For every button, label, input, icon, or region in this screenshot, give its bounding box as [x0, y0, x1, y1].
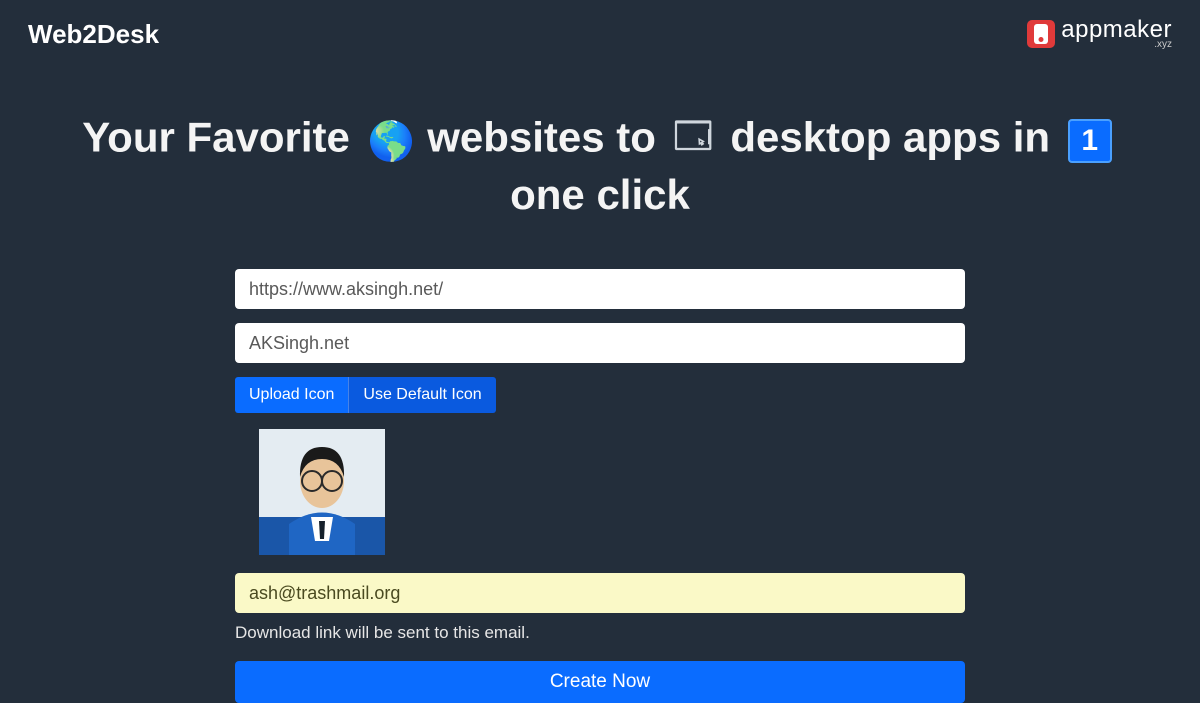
- appmaker-icon: [1027, 20, 1055, 48]
- url-input[interactable]: [235, 269, 965, 309]
- avatar-icon: [259, 429, 385, 555]
- desktop-icon: 🗔: [674, 110, 713, 171]
- upload-icon-button[interactable]: Upload Icon: [235, 377, 348, 413]
- icon-button-row: Upload Icon Use Default Icon: [235, 377, 965, 413]
- hero-part4: one click: [510, 171, 690, 218]
- globe-icon: 🌎: [368, 120, 410, 162]
- one-icon: 1: [1068, 119, 1112, 163]
- header: Web2Desk appmaker .xyz: [0, 0, 1200, 50]
- form: Upload Icon Use Default Icon Download li…: [235, 269, 965, 703]
- appname-input[interactable]: [235, 323, 965, 363]
- icon-preview: [259, 429, 385, 555]
- appmaker-text: appmaker .xyz: [1061, 18, 1172, 50]
- partner-badge[interactable]: appmaker .xyz: [1027, 18, 1172, 50]
- hero-part2: websites to: [427, 114, 656, 161]
- hero-heading: Your Favorite 🌎 websites to 🗔 desktop ap…: [0, 110, 1200, 219]
- create-now-button[interactable]: Create Now: [235, 661, 965, 703]
- hero-part3: desktop apps in: [730, 114, 1050, 161]
- partner-sub: .xyz: [1061, 40, 1172, 50]
- hero-part1: Your Favorite: [82, 114, 350, 161]
- brand-logo[interactable]: Web2Desk: [28, 19, 159, 50]
- email-helper-text: Download link will be sent to this email…: [235, 623, 965, 643]
- email-input[interactable]: [235, 573, 965, 613]
- use-default-icon-button[interactable]: Use Default Icon: [348, 377, 495, 413]
